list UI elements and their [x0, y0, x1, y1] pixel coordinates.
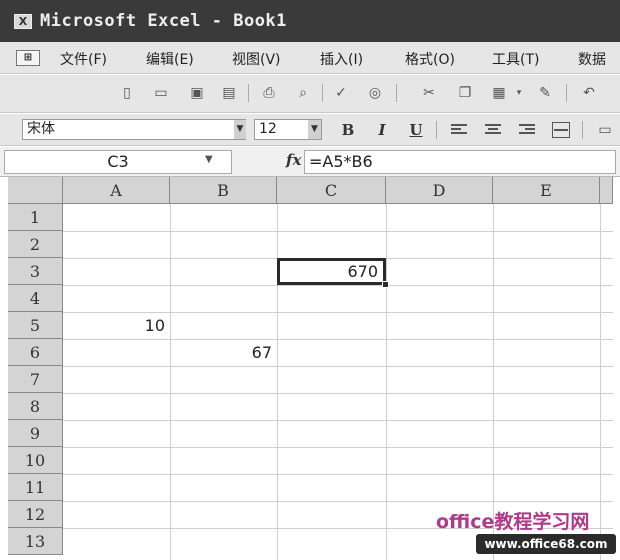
menu-file[interactable]: 文件(F) [60, 49, 107, 69]
research-icon[interactable]: ◎ [364, 82, 386, 104]
gridline [63, 420, 613, 421]
row-header-7[interactable]: 7 [8, 366, 63, 393]
row-header-1[interactable]: 1 [8, 204, 63, 231]
align-center-icon[interactable] [484, 122, 502, 138]
row-header-10[interactable]: 10 [8, 447, 63, 474]
watermark-logo: www.office68.com [476, 534, 616, 554]
chevron-down-icon[interactable]: ▼ [205, 154, 213, 165]
row-header-13[interactable]: 13 [8, 528, 63, 555]
gridline [63, 501, 613, 502]
column-header-d[interactable]: D [386, 177, 493, 204]
gridline [63, 231, 613, 232]
copy-icon[interactable]: ❐ [454, 82, 476, 104]
gridline [63, 285, 613, 286]
toolbar-separator [566, 84, 567, 102]
align-right-icon[interactable] [518, 122, 536, 138]
workbook-menu-icon[interactable]: ⊞ [16, 50, 40, 66]
gridline [63, 474, 613, 475]
font-name-select[interactable]: 宋体 [22, 119, 246, 140]
row-header-4[interactable]: 4 [8, 285, 63, 312]
formatting-toolbar: 宋体 ▼ 12 ▼ B I U ▭ [0, 114, 620, 146]
gridline [63, 393, 613, 394]
standard-toolbar: ▯ ▭ ▣ ▤ ⎙ ⌕ ✓ ◎ ✂ ❐ ▦ ▾ ✎ ↶ [0, 75, 620, 113]
gridline [63, 339, 613, 340]
save-icon[interactable]: ▣ [186, 82, 208, 104]
spelling-icon[interactable]: ✓ [330, 82, 352, 104]
open-icon[interactable]: ▭ [150, 82, 172, 104]
currency-icon[interactable]: ▭ [594, 119, 616, 141]
insert-function-icon[interactable]: fx [286, 151, 301, 169]
toolbar-separator [582, 121, 583, 139]
row-header-6[interactable]: 6 [8, 339, 63, 366]
fill-handle[interactable] [382, 281, 389, 288]
row-header-8[interactable]: 8 [8, 393, 63, 420]
print-preview-icon[interactable]: ⌕ [292, 82, 314, 104]
excel-app-icon[interactable]: X [14, 14, 32, 29]
cell-a5[interactable]: 10 [63, 312, 170, 339]
gridline [63, 447, 613, 448]
bold-button[interactable]: B [336, 119, 360, 141]
formula-bar: C3 ▼ fx =A5*B6 [0, 147, 620, 177]
print-icon[interactable]: ⎙ [258, 82, 280, 104]
column-header-f[interactable] [600, 177, 613, 204]
new-icon[interactable]: ▯ [116, 82, 138, 104]
row-header-12[interactable]: 12 [8, 501, 63, 528]
undo-icon[interactable]: ↶ [578, 82, 600, 104]
menu-view[interactable]: 视图(V) [232, 49, 281, 69]
menu-insert[interactable]: 插入(I) [320, 49, 363, 69]
active-cell-border [277, 258, 386, 285]
chevron-down-icon[interactable]: ▼ [308, 120, 321, 139]
watermark-text: office教程学习网 [436, 511, 590, 533]
gridline [63, 366, 613, 367]
toolbar-separator [396, 84, 397, 102]
toolbar-separator [436, 121, 437, 139]
chevron-down-icon[interactable]: ▾ [512, 82, 526, 104]
paste-icon[interactable]: ▦ [488, 82, 510, 104]
column-header-a[interactable]: A [63, 177, 170, 204]
column-header-b[interactable]: B [170, 177, 277, 204]
name-box[interactable]: C3 [4, 150, 232, 174]
chevron-down-icon[interactable]: ▼ [234, 120, 246, 139]
row-header-3[interactable]: 3 [8, 258, 63, 285]
formula-input[interactable]: =A5*B6 [304, 150, 616, 174]
align-left-icon[interactable] [450, 122, 468, 138]
column-header-c[interactable]: C [277, 177, 386, 204]
title-bar: X Microsoft Excel - Book1 [0, 0, 620, 42]
italic-button[interactable]: I [370, 119, 394, 141]
menu-data[interactable]: 数据 [578, 49, 606, 69]
row-header-9[interactable]: 9 [8, 420, 63, 447]
menu-format[interactable]: 格式(O) [405, 49, 455, 69]
cut-icon[interactable]: ✂ [418, 82, 440, 104]
menu-bar: ⊞ 文件(F) 编辑(E) 视图(V) 插入(I) 格式(O) 工具(T) 数据 [0, 42, 620, 74]
merge-center-icon[interactable] [552, 122, 570, 138]
format-painter-icon[interactable]: ✎ [534, 82, 556, 104]
column-header-e[interactable]: E [493, 177, 600, 204]
row-header-2[interactable]: 2 [8, 231, 63, 258]
row-header-5[interactable]: 5 [8, 312, 63, 339]
window-title: Microsoft Excel - Book1 [40, 11, 287, 31]
toolbar-separator [322, 84, 323, 102]
toolbar-separator [248, 84, 249, 102]
menu-edit[interactable]: 编辑(E) [146, 49, 194, 69]
select-all-corner[interactable] [8, 177, 63, 204]
underline-button[interactable]: U [404, 119, 428, 141]
permission-icon[interactable]: ▤ [218, 82, 240, 104]
menu-tools[interactable]: 工具(T) [492, 49, 539, 69]
worksheet-grid[interactable]: A B C D E 1 2 3 4 5 6 7 8 9 10 11 12 13 … [0, 177, 620, 560]
cell-b6[interactable]: 67 [170, 339, 277, 366]
row-header-11[interactable]: 11 [8, 474, 63, 501]
